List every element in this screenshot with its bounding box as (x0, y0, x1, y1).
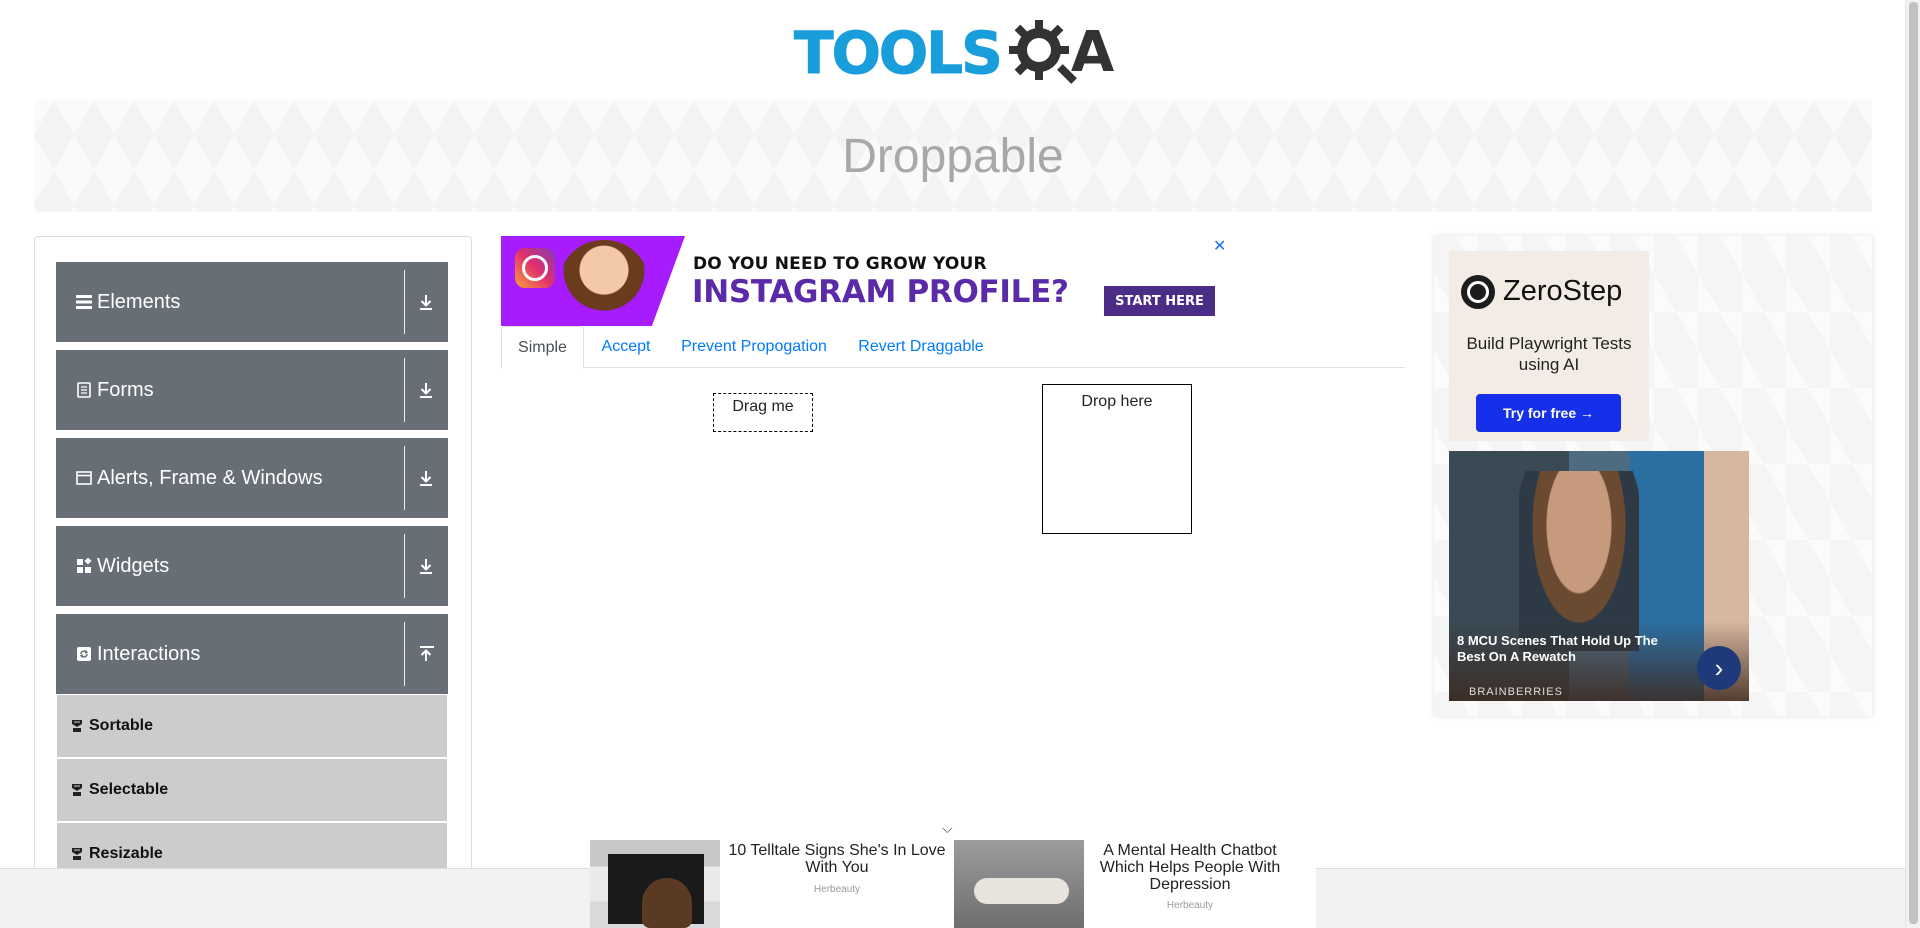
sidebar: Elements Forms Alerts, Frame & Windows W… (34, 236, 472, 928)
ad-headline-large: INSTAGRAM PROFILE? (692, 274, 1069, 310)
bottom-ad[interactable]: 10 Telltale Signs She's In Love With You… (590, 838, 1316, 928)
sidebar-group-alerts-frame-windows[interactable]: Alerts, Frame & Windows (56, 438, 448, 518)
logo-text-tools: TOOLS (794, 19, 1004, 87)
sidebar-group-label: Alerts, Frame & Windows (97, 466, 323, 489)
sidebar-group-label: Interactions (97, 642, 201, 665)
tab-simple[interactable]: Simple (501, 326, 584, 369)
divider (404, 622, 405, 686)
bottom-ad-title-2[interactable]: A Mental Health Chatbot Which Helps Peop… (1090, 842, 1290, 893)
ad-body-shape (974, 878, 1069, 904)
sidebar-item-selectable[interactable]: Selectable (57, 759, 447, 821)
download-icon[interactable] (414, 554, 438, 578)
ad-dogs-image[interactable] (590, 840, 720, 928)
draggable-box[interactable]: Drag me (713, 393, 813, 432)
download-icon[interactable] (414, 378, 438, 402)
sidebar-item-icon (70, 847, 84, 861)
try-for-free-button[interactable]: Try for free → (1476, 394, 1621, 432)
sidebar-item-icon (70, 719, 84, 733)
divider (404, 270, 405, 334)
sidebar-item-sortable[interactable]: Sortable (57, 695, 447, 757)
sidebar-item-label: Sortable (89, 717, 154, 734)
bottom-ad-source-2: Herbeauty (1166, 900, 1214, 911)
sidebar-group-widgets[interactable]: Widgets (56, 526, 448, 606)
list-icon (75, 293, 93, 311)
sidebar-group-label: Widgets (97, 554, 170, 577)
ad-dog-shape (642, 878, 692, 928)
mcu-ad[interactable]: 8 MCU Scenes That Hold Up The Best On A … (1449, 451, 1749, 701)
zerostep-logo-icon (1461, 275, 1495, 309)
droppable-tabs: Simple Accept Prevent Propogation Revert… (501, 326, 1405, 369)
zerostep-tagline: Build Playwright Tests using AI (1466, 334, 1632, 374)
chevron-right-icon[interactable]: › (1697, 646, 1741, 690)
ad-caption: 8 MCU Scenes That Hold Up The Best On A … (1457, 633, 1658, 664)
download-icon[interactable] (414, 290, 438, 314)
divider (404, 534, 405, 598)
sidebar-group-label: Elements (97, 290, 181, 313)
sidebar-group-forms[interactable]: Forms (56, 350, 448, 430)
refresh-icon (75, 645, 93, 663)
sidebar-group-interactions[interactable]: Interactions (56, 614, 448, 694)
zerostep-ad-card[interactable]: ZeroStep Build Playwright Tests using AI… (1449, 251, 1649, 441)
scrollbar-thumb[interactable] (1909, 2, 1918, 924)
download-icon[interactable] (414, 466, 438, 490)
sidebar-group-elements[interactable]: Elements (56, 262, 448, 342)
bottom-ad-source-1: Herbeauty (813, 884, 861, 895)
window-icon (75, 469, 93, 487)
toolsqa-logo[interactable]: TOOLS A (794, 16, 1116, 90)
widgets-icon (75, 557, 93, 575)
ad-source: BRAINBERRIES (1469, 686, 1563, 698)
vertical-scrollbar[interactable] (1905, 0, 1920, 928)
bottom-ad-title-1[interactable]: 10 Telltale Signs She's In Love With You (722, 842, 952, 876)
gear-magnifier-icon (1005, 16, 1079, 90)
sidebar-item-label: Resizable (89, 845, 163, 862)
tab-accept[interactable]: Accept (584, 326, 668, 368)
ad-close-icon[interactable]: ✕ (1213, 236, 1226, 256)
droppable-target[interactable]: Drop here (1042, 384, 1192, 534)
page-banner: Droppable (34, 100, 1872, 212)
right-ad[interactable]: ZeroStep Build Playwright Tests using AI… (1434, 236, 1872, 716)
sidebar-item-icon (70, 783, 84, 797)
ad-headline-small: DO YOU NEED TO GROW YOUR (693, 254, 987, 274)
tab-revert-draggable[interactable]: Revert Draggable (840, 326, 1002, 368)
sidebar-group-label: Forms (97, 378, 154, 401)
upload-icon[interactable] (414, 642, 438, 666)
page: TOOLS A Droppable Elements Forms Alerts,… (0, 0, 1920, 928)
instagram-icon (515, 248, 555, 288)
page-title: Droppable (842, 129, 1064, 183)
divider (404, 446, 405, 510)
sidebar-item-label: Selectable (89, 781, 169, 798)
tab-prevent-propogation[interactable]: Prevent Propogation (668, 326, 840, 368)
chevron-down-icon[interactable]: ⌵ (942, 820, 960, 836)
ad-woman-image (559, 240, 649, 326)
ad-woman-lying-image[interactable] (954, 840, 1084, 928)
ad-start-here-button[interactable]: START HERE (1104, 286, 1215, 316)
zerostep-brand: ZeroStep (1503, 275, 1623, 307)
divider (404, 358, 405, 422)
document-icon (75, 381, 93, 399)
instagram-ad[interactable]: DO YOU NEED TO GROW YOUR INSTAGRAM PROFI… (501, 236, 1235, 326)
